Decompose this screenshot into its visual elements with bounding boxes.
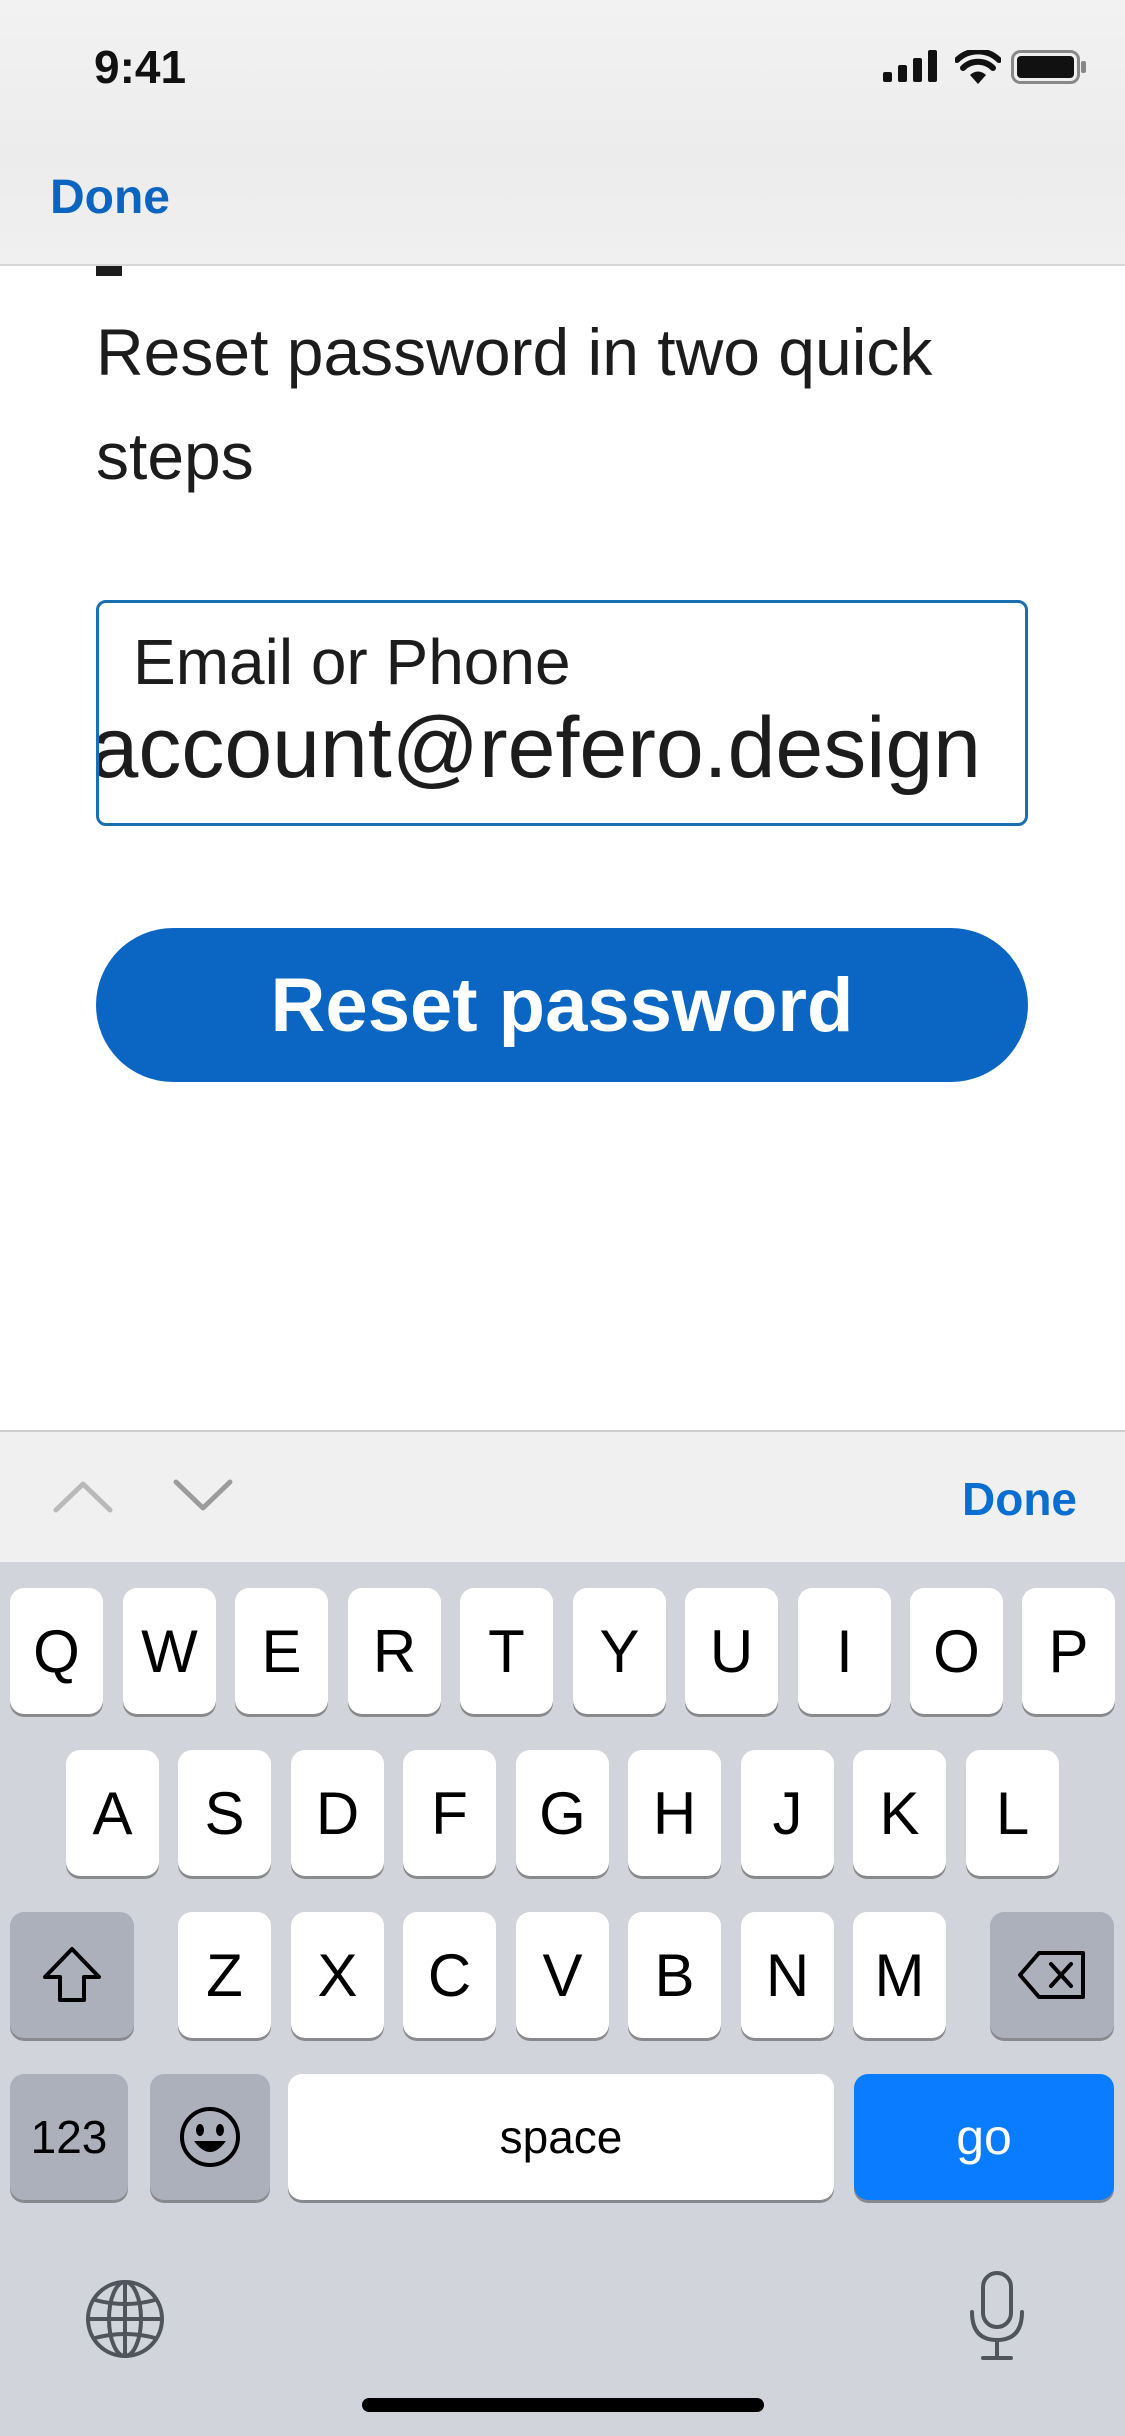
accessory-done-button[interactable]: Done <box>962 1472 1077 1526</box>
page-subtitle: Reset password in two quick steps <box>96 315 933 493</box>
status-time: 9:41 <box>94 41 187 93</box>
clipped-heading-fragment <box>96 266 122 276</box>
signal-icon <box>883 50 937 82</box>
field-value[interactable]: account@refero.design <box>99 699 981 798</box>
key-i[interactable]: I <box>798 1588 891 1714</box>
key-u[interactable]: U <box>685 1588 778 1714</box>
shift-icon <box>43 1947 101 2002</box>
shift-key[interactable] <box>10 1912 134 2038</box>
key-p[interactable]: P <box>1022 1588 1115 1714</box>
numbers-key[interactable]: 123 <box>10 2074 128 2200</box>
key-m[interactable]: M <box>853 1912 946 2038</box>
key-o[interactable]: O <box>910 1588 1003 1714</box>
emoji-key[interactable] <box>150 2074 270 2200</box>
field-label: Email or Phone <box>133 626 571 698</box>
backspace-key[interactable] <box>990 1912 1114 2038</box>
keyboard: Q W E R T Y U I O P A S D F G H J K L Z … <box>0 1562 1125 2436</box>
microphone-icon[interactable] <box>966 2270 1028 2362</box>
key-t[interactable]: T <box>460 1588 553 1714</box>
key-v[interactable]: V <box>516 1912 609 2038</box>
key-w[interactable]: W <box>123 1588 216 1714</box>
key-h[interactable]: H <box>628 1750 721 1876</box>
key-r[interactable]: R <box>348 1588 441 1714</box>
navigation-bar: 9:41 Done <box>0 0 1125 266</box>
key-e[interactable]: E <box>235 1588 328 1714</box>
chevron-down-icon[interactable] <box>172 1478 234 1514</box>
done-button[interactable]: Done <box>50 170 170 225</box>
key-k[interactable]: K <box>853 1750 946 1876</box>
key-n[interactable]: N <box>741 1912 834 2038</box>
emoji-icon <box>180 2107 240 2167</box>
key-c[interactable]: C <box>403 1912 496 2038</box>
space-key[interactable]: space <box>288 2074 834 2200</box>
email-or-phone-field[interactable]: Email or Phone account@refero.design <box>96 600 1028 826</box>
key-y[interactable]: Y <box>573 1588 666 1714</box>
chevron-up-icon[interactable] <box>52 1478 114 1514</box>
wifi-icon <box>955 50 1001 84</box>
key-z[interactable]: Z <box>178 1912 271 2038</box>
home-indicator[interactable] <box>362 2398 764 2412</box>
globe-icon[interactable] <box>84 2278 166 2360</box>
key-j[interactable]: J <box>741 1750 834 1876</box>
key-x[interactable]: X <box>291 1912 384 2038</box>
key-d[interactable]: D <box>291 1750 384 1876</box>
input-accessory-bar: Done <box>0 1430 1125 1562</box>
key-l[interactable]: L <box>966 1750 1059 1876</box>
key-f[interactable]: F <box>403 1750 496 1876</box>
key-g[interactable]: G <box>516 1750 609 1876</box>
key-q[interactable]: Q <box>10 1588 103 1714</box>
battery-icon <box>1011 50 1086 84</box>
key-b[interactable]: B <box>628 1912 721 2038</box>
go-key[interactable]: go <box>854 2074 1114 2200</box>
key-s[interactable]: S <box>178 1750 271 1876</box>
backspace-icon <box>1018 1951 1085 1999</box>
key-a[interactable]: A <box>66 1750 159 1876</box>
reset-password-button[interactable]: Reset password <box>96 928 1028 1082</box>
